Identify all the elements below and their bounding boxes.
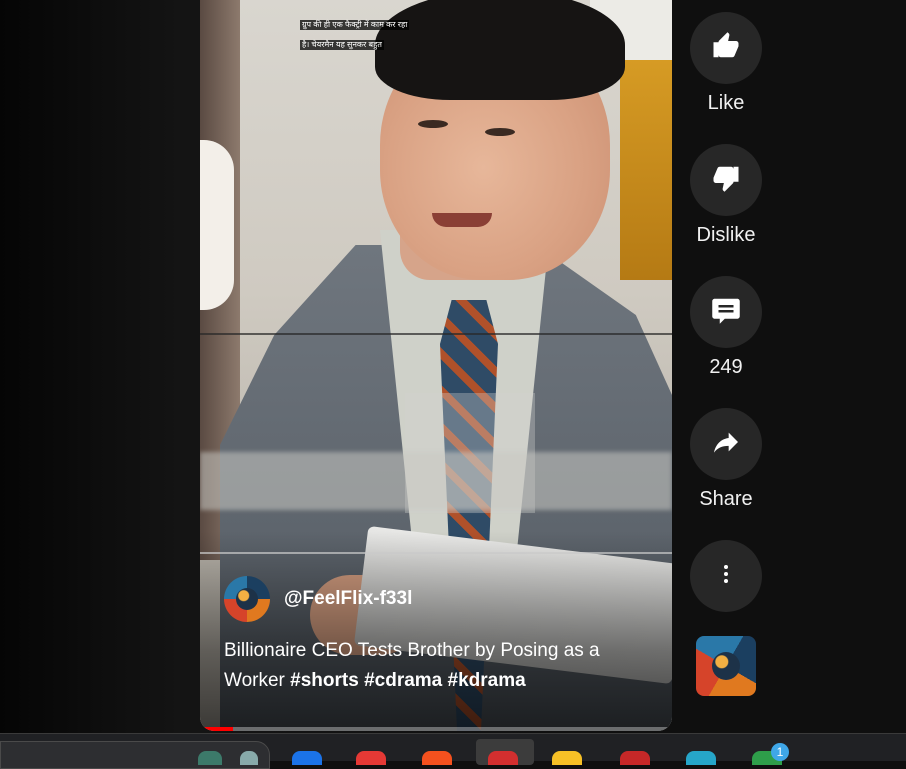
dislike-action: Dislike (690, 144, 762, 247)
progress-bar-fill (200, 727, 234, 731)
share-action: Share (690, 408, 762, 511)
channel-row: @FeelFlix-f33l (224, 576, 412, 622)
channel-avatar[interactable] (224, 576, 270, 622)
taskbar-folder-icon[interactable] (552, 751, 582, 765)
caption-line-2: है। चेयरमैन यह सुनकर बहुत (300, 40, 384, 50)
share-label: Share (699, 488, 753, 510)
video-title[interactable]: Billionaire CEO Tests Brother by Posing … (224, 636, 654, 696)
caption-line-1: ग्रुप की ही एक फैक्ट्री में काम कर रहा (300, 20, 410, 30)
video-hashtags[interactable]: #shorts #cdrama #kdrama (290, 670, 526, 691)
sound-thumbnail[interactable] (696, 636, 756, 696)
taskbar-brave-icon[interactable] (422, 751, 452, 765)
more-options-button[interactable] (690, 540, 762, 612)
taskbar-search-box[interactable] (0, 741, 270, 769)
taskbar-widget-icon[interactable] (198, 751, 222, 765)
more-action (690, 540, 762, 612)
more-vert-icon (714, 562, 738, 591)
like-button[interactable] (690, 12, 762, 84)
share-icon (710, 426, 742, 463)
taskbar-app-icon[interactable] (240, 751, 258, 765)
dislike-label: Dislike (696, 224, 756, 246)
comments-button[interactable] (690, 276, 762, 348)
like-label: Like (707, 92, 745, 114)
shorts-video-player[interactable]: ग्रुप की ही एक फैक्ट्री में काम कर रहा ह… (200, 0, 672, 731)
taskbar-opera-icon[interactable] (620, 751, 650, 765)
thumb-up-icon (711, 31, 741, 66)
share-button[interactable] (690, 408, 762, 480)
taskbar-store-icon[interactable] (292, 751, 322, 765)
taskbar-notification-badge: 1 (771, 743, 789, 761)
taskbar-browser-icon[interactable] (488, 751, 518, 765)
progress-bar[interactable] (200, 727, 672, 731)
taskbar-edge-icon[interactable] (686, 751, 716, 765)
comments-count: 249 (709, 356, 743, 378)
dislike-button[interactable] (690, 144, 762, 216)
taskbar-chat-icon[interactable] (356, 751, 386, 765)
comments-action: 249 (690, 276, 762, 379)
overlay-gradient (200, 531, 672, 731)
like-action: Like (690, 12, 762, 115)
taskbar: 1 (0, 733, 906, 769)
comment-icon (711, 295, 741, 330)
channel-handle[interactable]: @FeelFlix-f33l (284, 588, 412, 610)
thumb-down-icon (711, 163, 741, 198)
